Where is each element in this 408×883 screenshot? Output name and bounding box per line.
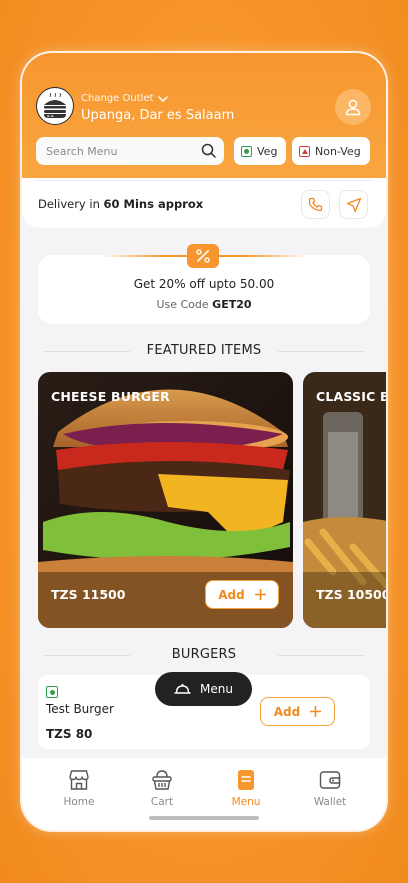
search-input[interactable]: Search Menu <box>36 137 224 165</box>
featured-item-card[interactable]: CLASSIC BURGER TZS 10500 <box>303 372 386 628</box>
basket-icon <box>152 770 172 790</box>
delivery-time-text: Delivery in 60 Mins approx <box>38 197 203 211</box>
discount-badge <box>187 244 219 268</box>
delivery-bar: Delivery in 60 Mins approx <box>22 178 386 228</box>
featured-item-name: CLASSIC BURGER <box>316 389 386 404</box>
header: ▬ ▬ Change Outlet Upanga, Dar es Salaam … <box>22 53 386 178</box>
featured-item-name: CHEESE BURGER <box>51 389 170 404</box>
promo-code: GET20 <box>212 298 252 311</box>
directions-button[interactable] <box>339 190 368 219</box>
app-screen: ▬ ▬ Change Outlet Upanga, Dar es Salaam … <box>22 53 386 830</box>
veg-icon <box>241 145 252 157</box>
add-button-label: Add <box>273 704 301 719</box>
menu-item-name: Test Burger <box>46 702 114 716</box>
non-veg-icon <box>299 145 310 157</box>
wallet-icon <box>319 771 341 789</box>
user-icon <box>345 99 361 116</box>
menu-fab-label: Menu <box>200 682 233 696</box>
delivery-prefix: Delivery in <box>38 197 104 211</box>
featured-items-title: FEATURED ITEMS <box>22 343 386 358</box>
nav-cart-label: Cart <box>150 796 174 808</box>
burgers-section-title: BURGERS <box>22 647 386 662</box>
store-icon <box>69 770 89 790</box>
featured-item-price: TZS 11500 <box>51 587 126 602</box>
change-outlet-button[interactable]: Change Outlet <box>81 93 169 104</box>
promo-title: Get 20% off upto 50.00 <box>133 277 275 291</box>
non-veg-filter-chip[interactable]: Non-Veg <box>292 137 370 165</box>
nav-menu[interactable]: Menu <box>216 768 276 808</box>
search-placeholder: Search Menu <box>46 144 118 158</box>
change-outlet-label: Change Outlet <box>81 93 154 104</box>
plus-icon <box>254 589 266 600</box>
nav-home-label: Home <box>63 796 95 808</box>
menu-item-price: TZS 80 <box>46 727 93 741</box>
navigation-arrow-icon <box>346 197 361 212</box>
featured-item-price: TZS 10500 <box>316 587 386 602</box>
add-button-label: Add <box>218 587 245 602</box>
veg-icon <box>46 686 58 698</box>
search-icon <box>201 143 216 158</box>
divider <box>36 180 372 181</box>
cloche-icon <box>174 683 191 694</box>
burger-logo-icon: ▬ ▬ <box>44 93 66 118</box>
add-to-cart-button[interactable]: Add <box>205 580 279 609</box>
outlet-name: Upanga, Dar es Salaam <box>81 108 235 123</box>
percent-icon <box>196 249 210 263</box>
nav-wallet[interactable]: Wallet <box>300 768 360 808</box>
home-indicator <box>149 816 259 820</box>
add-to-cart-button[interactable]: Add <box>260 697 335 726</box>
phone-icon <box>308 197 323 212</box>
nav-cart[interactable]: Cart <box>132 768 192 808</box>
svg-text:▬ ▬: ▬ ▬ <box>47 114 54 118</box>
plus-icon <box>310 706 322 717</box>
nav-home[interactable]: Home <box>49 768 109 808</box>
delivery-time: 60 Mins approx <box>103 197 204 211</box>
veg-filter-label: Veg <box>257 144 278 158</box>
menu-fab-button[interactable]: Menu <box>155 672 252 706</box>
featured-item-card[interactable]: CHEESE BURGER TZS 11500 Add <box>38 372 293 628</box>
profile-button[interactable] <box>335 89 371 125</box>
restaurant-logo: ▬ ▬ <box>36 87 74 125</box>
nav-wallet-label: Wallet <box>313 796 347 808</box>
promo-code-text: Use Code GET20 <box>38 298 370 311</box>
veg-filter-chip[interactable]: Veg <box>234 137 286 165</box>
nav-menu-label: Menu <box>231 796 261 808</box>
promo-code-prefix: Use Code <box>156 298 213 311</box>
chevron-down-icon <box>158 95 169 102</box>
menu-book-icon <box>238 770 254 790</box>
non-veg-filter-label: Non-Veg <box>315 144 361 158</box>
call-button[interactable] <box>301 190 330 219</box>
